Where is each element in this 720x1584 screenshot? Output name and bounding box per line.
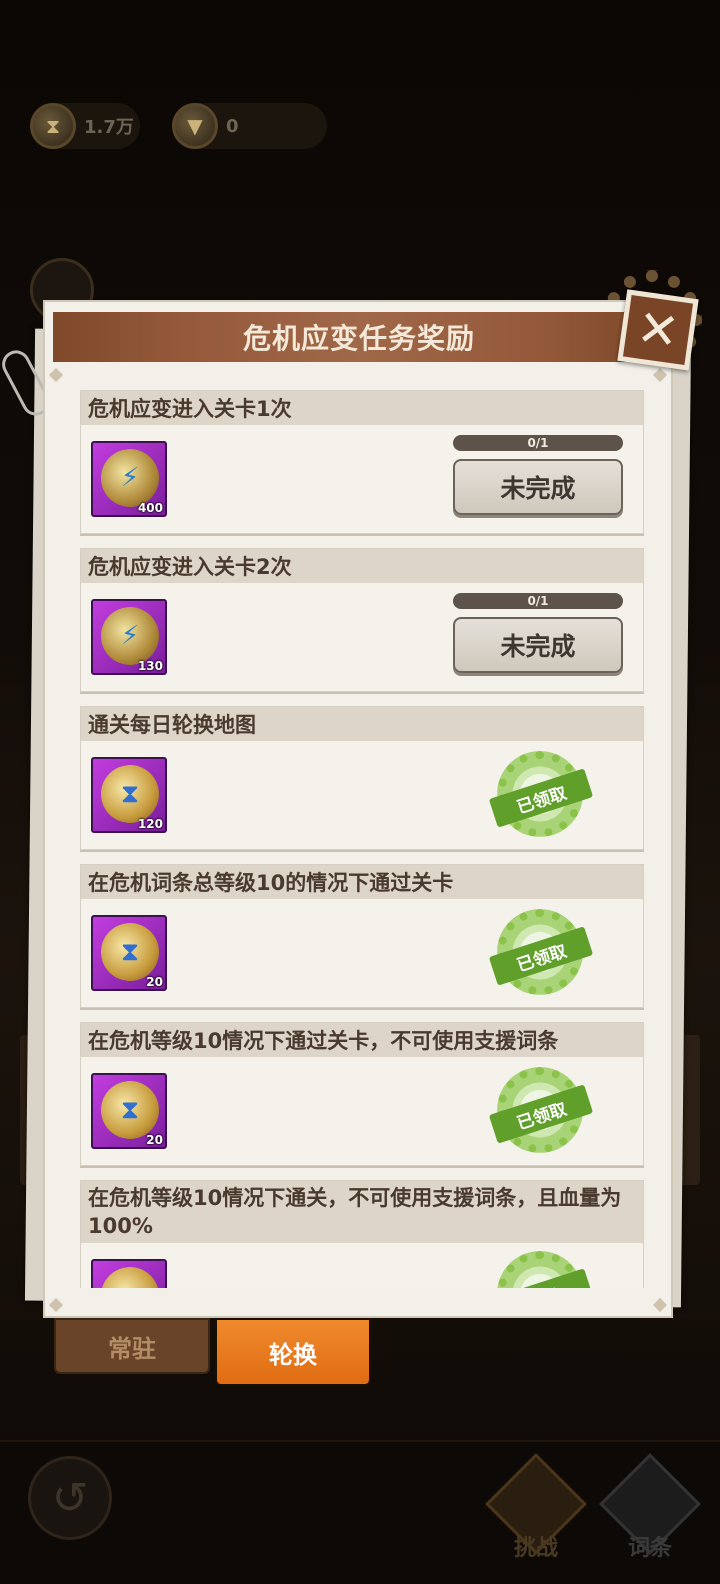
reward-count: 20: [146, 1133, 163, 1147]
challenge-label: 挑战: [513, 1536, 558, 1561]
tab-normal[interactable]: 常驻: [54, 1318, 210, 1374]
reward-count: 400: [137, 501, 163, 515]
reward-item[interactable]: ⚡ 400: [91, 441, 167, 517]
task-title: 通关每日轮换地图: [81, 707, 643, 741]
progress-bar: 0/1: [453, 435, 623, 451]
reward-item[interactable]: ⧗: [91, 1259, 167, 1288]
currency-emblem: ▼ 0: [172, 103, 327, 149]
challenge-button[interactable]: 挑战: [485, 1453, 587, 1562]
back-button[interactable]: ↺: [28, 1456, 112, 1540]
task-row: 危机应变进入关卡2次 ⚡ 130 0/1 未完成: [80, 548, 644, 692]
task-title: 在危机等级10情况下通过关卡，不可使用支援词条: [81, 1023, 643, 1057]
claimed-label: 已领取: [488, 768, 594, 828]
close-button[interactable]: ✕: [617, 289, 699, 371]
claimed-stamp: 已领取: [488, 751, 594, 837]
hourglass-coin-icon: ⧗: [30, 103, 76, 149]
entries-label: 词条: [627, 1536, 672, 1561]
dialog-header: 危机应变任务奖励: [53, 312, 665, 362]
task-reward-dialog: 危机应变任务奖励 危机应变进入关卡1次 ⚡ 400 0/1 未完成 危机应变进入…: [43, 300, 673, 1318]
entries-button[interactable]: 词条: [599, 1453, 701, 1562]
reward-count: 120: [137, 817, 163, 831]
reward-item[interactable]: ⧗ 20: [91, 1073, 167, 1149]
dialog-title: 危机应变任务奖励: [242, 322, 475, 355]
corner-ornament: [48, 367, 64, 383]
hourglass-icon: ⧗: [101, 1081, 159, 1139]
currency-value: 0: [226, 115, 239, 137]
task-row: 在危机等级10情况下通关，不可使用支援词条，且血量为100% ⧗ 已领: [80, 1180, 644, 1288]
claimed-stamp: 已领取: [488, 909, 594, 995]
task-title: 危机应变进入关卡1次: [81, 391, 643, 425]
task-list[interactable]: 危机应变进入关卡1次 ⚡ 400 0/1 未完成 危机应变进入关卡2次 ⚡ 13…: [80, 390, 644, 1288]
claimed-stamp: 已领: [488, 1251, 594, 1288]
corner-ornament: [48, 1297, 64, 1313]
task-row: 在危机词条总等级10的情况下通过关卡 ⧗ 20 已领取: [80, 864, 644, 1008]
claimed-label: 已领: [488, 1268, 594, 1288]
task-row: 危机应变进入关卡1次 ⚡ 400 0/1 未完成: [80, 390, 644, 534]
reward-count: 20: [146, 975, 163, 989]
hourglass-icon: ⧗: [101, 765, 159, 823]
status-button[interactable]: 未完成: [453, 459, 623, 515]
close-icon: ✕: [633, 298, 683, 362]
reward-item[interactable]: ⧗ 120: [91, 757, 167, 833]
chip-icon: ⚡: [101, 607, 159, 665]
task-title: 在危机词条总等级10的情况下通过关卡: [81, 865, 643, 899]
task-row: 在危机等级10情况下通过关卡，不可使用支援词条 ⧗ 20 已领取: [80, 1022, 644, 1166]
task-row: 通关每日轮换地图 ⧗ 120 已领取: [80, 706, 644, 850]
status-button[interactable]: 未完成: [453, 617, 623, 673]
task-title: 在危机等级10情况下通关，不可使用支援词条，且血量为100%: [81, 1181, 643, 1243]
claimed-stamp: 已领取: [488, 1067, 594, 1153]
reward-item[interactable]: ⚡ 130: [91, 599, 167, 675]
chip-icon: ⚡: [101, 449, 159, 507]
tab-rotate[interactable]: 轮换: [215, 1318, 371, 1386]
task-title: 危机应变进入关卡2次: [81, 549, 643, 583]
hourglass-icon: ⧗: [101, 923, 159, 981]
currency-value: 1.7万: [84, 117, 134, 138]
claimed-label: 已领取: [488, 1084, 594, 1144]
corner-ornament: [652, 367, 668, 383]
corner-ornament: [652, 1297, 668, 1313]
hourglass-icon: ⧗: [101, 1267, 159, 1288]
reward-item[interactable]: ⧗ 20: [91, 915, 167, 991]
reward-count: 130: [137, 659, 163, 673]
claimed-label: 已领取: [488, 926, 594, 986]
back-arrow-icon: ↺: [51, 1472, 89, 1524]
emblem-coin-icon: ▼: [172, 103, 218, 149]
currency-hourglass: ⧗ 1.7万: [30, 103, 140, 149]
progress-bar: 0/1: [453, 593, 623, 609]
